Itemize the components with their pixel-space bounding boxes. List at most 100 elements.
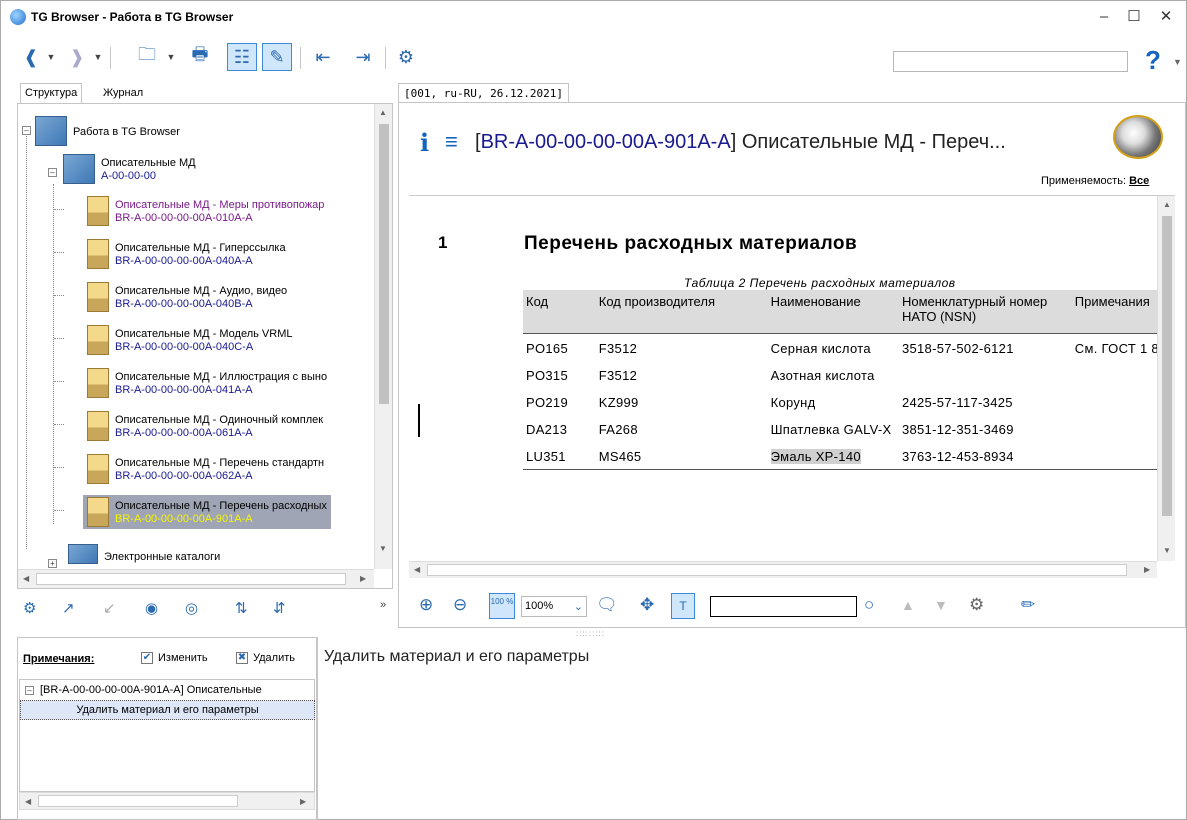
scroll-left-icon[interactable]: ◀ <box>414 565 420 574</box>
maximize-button[interactable]: ☐ <box>1119 7 1149 27</box>
expand-toggle[interactable]: + <box>48 559 57 568</box>
tree-vertical-scrollbar[interactable]: ▲ ▼ <box>374 104 392 569</box>
section-number: 1 <box>438 233 448 252</box>
tab-journal[interactable]: Журнал <box>99 85 147 101</box>
scroll-thumb[interactable] <box>379 124 389 404</box>
zoom-out-icon[interactable]: ⊖ <box>453 595 467 615</box>
help-dropdown-icon[interactable]: ▼ <box>1173 57 1182 67</box>
scroll-up-icon[interactable]: ▲ <box>379 108 387 117</box>
folder-dropdown-icon[interactable]: ▼ <box>166 43 176 71</box>
scroll-up-icon[interactable]: ▲ <box>1163 200 1171 209</box>
zoom-100-icon[interactable]: 100 % <box>489 593 515 619</box>
table-cell-text: Азотная кислота <box>770 367 875 383</box>
document-icon <box>87 454 109 484</box>
table-cell: PO315 <box>523 361 596 388</box>
print-icon[interactable]: 🖶 <box>187 43 213 71</box>
sync-icon[interactable]: ⇅ <box>235 599 248 617</box>
import-icon[interactable]: ⇤ <box>311 43 335 71</box>
view-settings-icon[interactable]: ⚙ <box>969 595 984 615</box>
global-search-input[interactable] <box>893 51 1128 72</box>
tree-item-label: Описательные МД - Иллюстрация с выно <box>115 371 328 383</box>
open-folder-icon[interactable]: 🗀 <box>134 43 160 71</box>
zoom-select[interactable]: 100% ⌄ <box>521 596 587 617</box>
tree-item[interactable]: Описательные МД - Перечень расходных BR-A… <box>83 495 331 529</box>
applicability-link[interactable]: Все <box>1129 175 1149 187</box>
scroll-down-icon[interactable]: ▼ <box>379 544 387 553</box>
scroll-thumb[interactable] <box>1162 216 1172 516</box>
find-input[interactable] <box>710 596 857 617</box>
table-row: PO315 F3512 Азотная кислота <box>523 361 1157 388</box>
sort-icon[interactable]: ⇵ <box>273 599 286 617</box>
forward-dropdown-icon[interactable]: ▼ <box>93 43 103 71</box>
table-cell: 3518-57-502-6121 <box>899 333 1072 361</box>
tree-item[interactable]: Описательные МД - Иллюстрация с выно BR-A… <box>83 366 331 400</box>
scroll-left-icon[interactable]: ◀ <box>23 574 29 583</box>
expand-all-icon[interactable]: ↗ <box>62 599 75 617</box>
tree-settings-icon[interactable]: ⚙ <box>23 599 36 617</box>
search-tree-icon[interactable]: ◉ <box>145 599 158 617</box>
app-logo-icon <box>10 9 26 25</box>
comments-icon[interactable]: 🗨 <box>596 595 618 615</box>
edit-toggle-icon[interactable]: ✎ <box>262 43 292 71</box>
export-icon[interactable]: ⇥ <box>351 43 375 71</box>
delete-checkbox[interactable]: ✖ <box>236 652 248 664</box>
tree-group-node[interactable]: Описательные МД A-00-00-00 <box>63 154 196 184</box>
find-next-icon[interactable]: ▼ <box>934 597 948 613</box>
scroll-thumb[interactable] <box>36 573 346 585</box>
back-icon[interactable]: ❰ <box>18 43 44 71</box>
help-icon[interactable]: ? <box>1145 45 1161 76</box>
tree-root-node[interactable]: Работа в TG Browser <box>35 116 180 146</box>
close-button[interactable]: ✕ <box>1151 7 1181 27</box>
table-row: DA213 FA268 Шпатлевка GALV-X 3851-12-351-34… <box>523 415 1157 442</box>
text-select-icon[interactable]: T <box>671 593 695 619</box>
scroll-left-icon[interactable]: ◀ <box>25 797 31 806</box>
back-dropdown-icon[interactable]: ▼ <box>46 43 56 71</box>
doc-vertical-scrollbar[interactable]: ▲ ▼ <box>1157 196 1175 561</box>
collapse-toggle[interactable]: – <box>48 168 57 177</box>
change-checkbox[interactable]: ✔ <box>141 652 153 664</box>
scroll-thumb[interactable] <box>427 564 1127 576</box>
tree-group-node[interactable]: Электронные каталоги <box>68 544 220 564</box>
filter-tree-icon[interactable]: ◎ <box>185 599 198 617</box>
pan-icon[interactable]: ✥ <box>640 595 654 615</box>
tree-item-code: BR-A-00-00-00-00A-040C-A <box>115 341 254 353</box>
collapse-all-icon[interactable]: ↙ <box>103 599 116 617</box>
find-prev-icon[interactable]: ▲ <box>901 597 915 613</box>
notes-root-node[interactable]: – [BR-A-00-00-00-00A-901A-A] Описательные <box>25 684 262 696</box>
tab-structure[interactable]: Структура <box>20 83 83 103</box>
find-icon[interactable]: ○ <box>864 595 874 615</box>
notes-horizontal-scrollbar[interactable]: ◀ ▶ <box>19 792 315 810</box>
tab-document[interactable]: [001, ru-RU, 26.12.2021] <box>398 83 569 103</box>
tree-item[interactable]: Описательные МД - Аудио, видео BR-A-00-00… <box>83 280 291 314</box>
table-cell <box>899 361 1072 388</box>
doc-horizontal-scrollbar[interactable]: ◀ ▶ <box>409 561 1157 578</box>
menu-icon[interactable]: ≡ <box>445 129 458 155</box>
more-tools-icon[interactable]: » <box>380 599 386 611</box>
table-cell-text: F3512 <box>598 340 638 356</box>
collapse-toggle[interactable]: – <box>22 126 31 135</box>
zoom-in-icon[interactable]: ⊕ <box>419 595 433 615</box>
tree-horizontal-scrollbar[interactable]: ◀ ▶ <box>18 569 374 588</box>
forward-icon[interactable]: ❱ <box>64 43 90 71</box>
tree-item[interactable]: Описательные МД - Модель VRML BR-A-00-00-… <box>83 323 297 357</box>
structure-toggle-icon[interactable]: ☷ <box>227 43 257 71</box>
minimize-button[interactable]: – <box>1089 7 1119 27</box>
scroll-right-icon[interactable]: ▶ <box>300 797 306 806</box>
scroll-right-icon[interactable]: ▶ <box>360 574 366 583</box>
scroll-down-icon[interactable]: ▼ <box>1163 546 1171 555</box>
tree-item[interactable]: Описательные МД - Гиперссылка BR-A-00-00-… <box>83 237 290 271</box>
collapse-toggle[interactable]: – <box>25 686 34 695</box>
table-cell: LU351 <box>523 441 596 470</box>
settings-gear-icon[interactable]: ⚙ <box>393 43 419 71</box>
tree-item[interactable]: Описательные МД - Перечень стандартн BR-A… <box>83 452 328 486</box>
info-icon[interactable]: i <box>420 128 429 157</box>
tree-item-label: Описательные МД - Меры противопожар <box>115 199 325 211</box>
note-item[interactable]: Удалить материал и его параметры <box>20 700 315 720</box>
scroll-right-icon[interactable]: ▶ <box>1144 565 1150 574</box>
table-cell-text: PO219 <box>526 394 568 410</box>
scroll-thumb[interactable] <box>38 795 238 807</box>
tree-item[interactable]: Описательные МД - Меры противопожар BR-A-… <box>83 194 328 228</box>
splitter-handle[interactable]: ::::::::: <box>576 629 605 638</box>
tree-item[interactable]: Описательные МД - Одиночный комплек BR-A-… <box>83 409 327 443</box>
annotate-pen-icon[interactable]: ✏ <box>1021 595 1035 615</box>
